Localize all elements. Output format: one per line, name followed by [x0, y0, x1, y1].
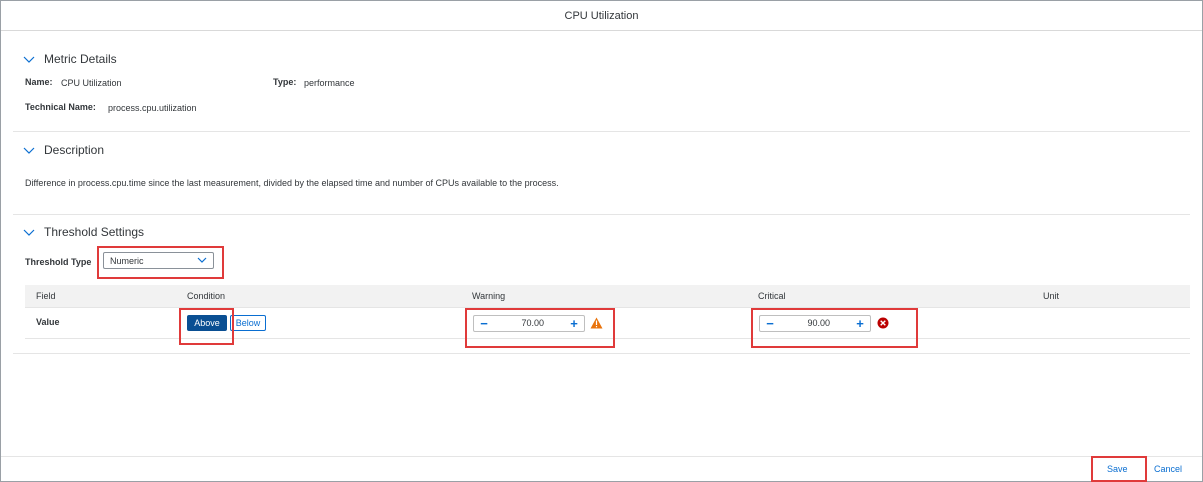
column-header-condition: Condition [187, 291, 226, 301]
technical-name-value: process.cpu.utilization [108, 103, 197, 113]
column-header-warning: Warning [472, 291, 506, 301]
section-divider [13, 353, 1190, 354]
column-header-unit: Unit [1043, 291, 1060, 301]
technical-name-label: Technical Name: [25, 102, 96, 112]
dialog-header: CPU Utilization [1, 1, 1202, 31]
footer-divider [1, 456, 1202, 457]
table-header: Field Condition Warning Critical Unit [25, 285, 1190, 308]
section-metric-details-toggle[interactable]: Metric Details [23, 52, 117, 66]
field-value-label: Value [36, 317, 60, 327]
section-description-toggle[interactable]: Description [23, 143, 104, 157]
chevron-down-icon [23, 147, 35, 154]
column-header-field: Field [36, 291, 56, 301]
condition-below-button[interactable]: Below [230, 315, 266, 331]
section-threshold-toggle[interactable]: Threshold Settings [23, 225, 144, 239]
highlight-box [179, 308, 234, 345]
name-value: CPU Utilization [61, 78, 122, 88]
cancel-button[interactable]: Cancel [1154, 464, 1182, 474]
name-label: Name: [25, 77, 53, 87]
dialog: CPU Utilization Metric Details Name: CPU… [0, 0, 1203, 482]
section-title-threshold: Threshold Settings [44, 225, 145, 239]
chevron-down-icon [23, 229, 35, 236]
section-divider [13, 131, 1190, 132]
section-title-metric-details: Metric Details [44, 52, 117, 66]
type-value: performance [304, 78, 355, 88]
highlight-box [751, 308, 918, 348]
section-divider [13, 214, 1190, 215]
section-title-description: Description [44, 143, 105, 157]
highlight-box [1091, 456, 1147, 482]
description-text: Difference in process.cpu.time since the… [25, 178, 559, 188]
threshold-type-label: Threshold Type [25, 257, 92, 267]
chevron-down-icon [23, 56, 35, 63]
highlight-box [97, 246, 224, 279]
column-header-critical: Critical [758, 291, 786, 301]
dialog-title: CPU Utilization [564, 9, 639, 22]
highlight-box [465, 308, 615, 348]
type-label: Type: [273, 77, 297, 87]
